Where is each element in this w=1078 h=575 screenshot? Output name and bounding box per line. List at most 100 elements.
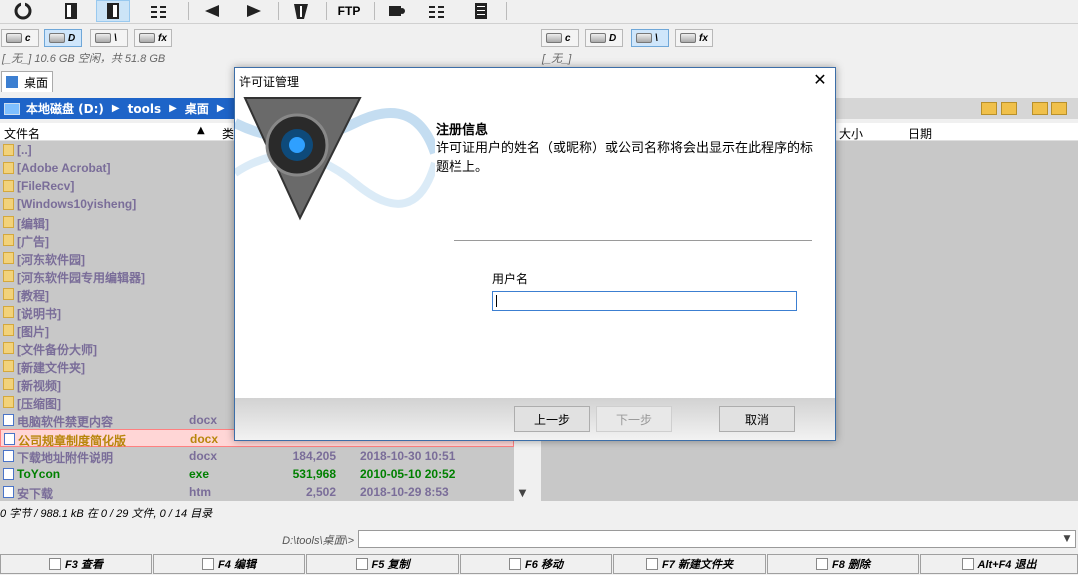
file-ext: htm: [189, 485, 211, 499]
file-name: [Windows10yisheng]: [17, 197, 137, 211]
next-step-button[interactable]: 下一步: [596, 406, 672, 432]
full-view-button[interactable]: [96, 0, 130, 22]
file-name: [..]: [17, 143, 32, 157]
drive-icon: [546, 33, 562, 43]
left-path-bar[interactable]: 本地磁盘 (D:) ▶ tools ▶ 桌面 ▶: [0, 98, 235, 119]
notepad-button[interactable]: [464, 0, 498, 22]
file-icon: [4, 433, 15, 445]
path-segment[interactable]: tools: [128, 102, 161, 116]
left-drive-bar: c D \ fx: [0, 29, 540, 49]
folder-icon: [3, 288, 14, 300]
dialog-description: 许可证用户的姓名（或昵称）或公司名称将会出显示在此程序的标题栏上。: [436, 141, 814, 175]
file-row[interactable]: 安下载 htm 2,502 2018-10-29 8:53: [0, 483, 514, 501]
close-icon[interactable]: ✕: [812, 70, 828, 89]
file-date: 2018-10-30 10:51: [360, 449, 456, 463]
f8-delete-button[interactable]: F8 删除: [767, 554, 919, 574]
file-name: [河东软件园]: [17, 253, 85, 267]
toolbar-separator: [278, 2, 279, 20]
f6-move-button[interactable]: F6 移动: [460, 554, 612, 574]
sort-ascending-icon: ▲: [197, 125, 205, 136]
left-drive-d-button[interactable]: D: [44, 29, 82, 47]
dialog-footer: 上一步 下一步 取消: [235, 398, 835, 440]
left-drive-c-button[interactable]: c: [1, 29, 39, 47]
back-icon: [205, 5, 219, 17]
file-size: 184,205: [292, 449, 336, 463]
pack-button[interactable]: [284, 0, 318, 22]
refresh-button[interactable]: [6, 0, 40, 22]
search-icon: [389, 6, 405, 16]
right-network-button[interactable]: \: [631, 29, 669, 47]
plugin-icon: [680, 33, 696, 43]
f4-edit-button[interactable]: F4 编辑: [153, 554, 305, 574]
left-fx-button[interactable]: fx: [134, 29, 172, 47]
command-line-input[interactable]: ▼: [358, 530, 1076, 548]
username-input[interactable]: [492, 291, 797, 311]
f5-copy-button[interactable]: F5 复制: [306, 554, 459, 574]
alt-f4-exit-button[interactable]: Alt+F4 退出: [920, 554, 1078, 574]
function-key-bar: F3 查看 F4 编辑 F5 复制 F6 移动 F7 新建文件夹 F8 删除 A…: [0, 554, 1078, 575]
right-drive-d-button[interactable]: D: [585, 29, 623, 47]
folder-icon: [3, 198, 14, 210]
folder-icon: [3, 180, 14, 192]
folder-icon: [3, 324, 14, 336]
path-segment[interactable]: 本地磁盘 (D:): [26, 100, 104, 117]
right-fx-button[interactable]: fx: [675, 29, 713, 47]
right-path-bar[interactable]: [835, 98, 1078, 119]
f3-view-button[interactable]: F3 查看: [0, 554, 152, 574]
folder-icon: [3, 270, 14, 282]
f7-new-folder-button[interactable]: F7 新建文件夹: [613, 554, 766, 574]
dialog-title: 许可证管理: [239, 75, 300, 89]
tree-view-button[interactable]: [142, 0, 176, 22]
column-name[interactable]: 文件名: [4, 125, 40, 142]
right-drive-c-button[interactable]: c: [541, 29, 579, 47]
history-icon[interactable]: [1051, 102, 1067, 115]
root-icon[interactable]: [981, 102, 997, 115]
folder-icon: [3, 216, 14, 228]
forward-icon: [247, 5, 261, 17]
toolbar: FTP: [0, 0, 1078, 24]
cancel-button[interactable]: 取消: [719, 406, 795, 432]
chevron-down-icon[interactable]: ▼: [1059, 531, 1075, 547]
file-ext: exe: [189, 467, 210, 481]
file-name: ToYcon: [17, 467, 61, 481]
file-icon: [3, 486, 14, 498]
file-size: 531,968: [292, 467, 336, 481]
tree-view-icon: [151, 6, 166, 18]
path-segment[interactable]: 桌面: [185, 100, 209, 117]
parent-dir-icon[interactable]: [1001, 102, 1017, 115]
back-step-button[interactable]: 上一步: [514, 406, 590, 432]
forward-button[interactable]: [238, 0, 272, 22]
network-icon: [95, 33, 111, 43]
move-icon: [509, 558, 522, 570]
plugin-icon: [139, 33, 155, 43]
column-type[interactable]: 类: [222, 125, 234, 142]
toolbar-separator: [506, 2, 507, 20]
file-size: 2,502: [305, 485, 336, 499]
file-row[interactable]: ToYcon exe 531,968 2010-05-10 20:52: [0, 465, 514, 483]
left-drive-info: [_无_] 10.6 GB 空闲，共 51.8 GB: [2, 53, 166, 65]
text-caret: [496, 295, 497, 307]
back-button[interactable]: [194, 0, 228, 22]
tab-desktop[interactable]: 桌面: [1, 71, 53, 92]
favorites-icon[interactable]: [1032, 102, 1048, 115]
list-icon: [429, 6, 444, 18]
search-button[interactable]: [380, 0, 414, 22]
folder-icon: [3, 144, 14, 156]
brief-view-button[interactable]: [54, 0, 88, 22]
left-status-bar: 0 字节 / 988.1 kB 在 0 / 29 文件, 0 / 14 目录: [0, 508, 213, 520]
left-network-button[interactable]: \: [90, 29, 128, 47]
column-size[interactable]: 大小: [839, 125, 863, 142]
list-button[interactable]: [420, 0, 454, 22]
drive-icon: [6, 33, 22, 43]
ftp-icon: FTP: [337, 4, 361, 18]
scroll-down-icon[interactable]: ▼: [514, 485, 531, 501]
dialog-heading: 注册信息: [436, 123, 489, 138]
folder-icon: [3, 306, 14, 318]
view-icon: [49, 558, 62, 570]
folder-icon: [3, 396, 14, 408]
path-arrow-icon: ▶: [216, 103, 225, 114]
file-row[interactable]: 下载地址附件说明 docx 184,205 2018-10-30 10:51: [0, 447, 514, 465]
column-date[interactable]: 日期: [908, 125, 932, 142]
file-name: [文件备份大师]: [17, 343, 97, 357]
ftp-button[interactable]: FTP: [332, 0, 366, 22]
